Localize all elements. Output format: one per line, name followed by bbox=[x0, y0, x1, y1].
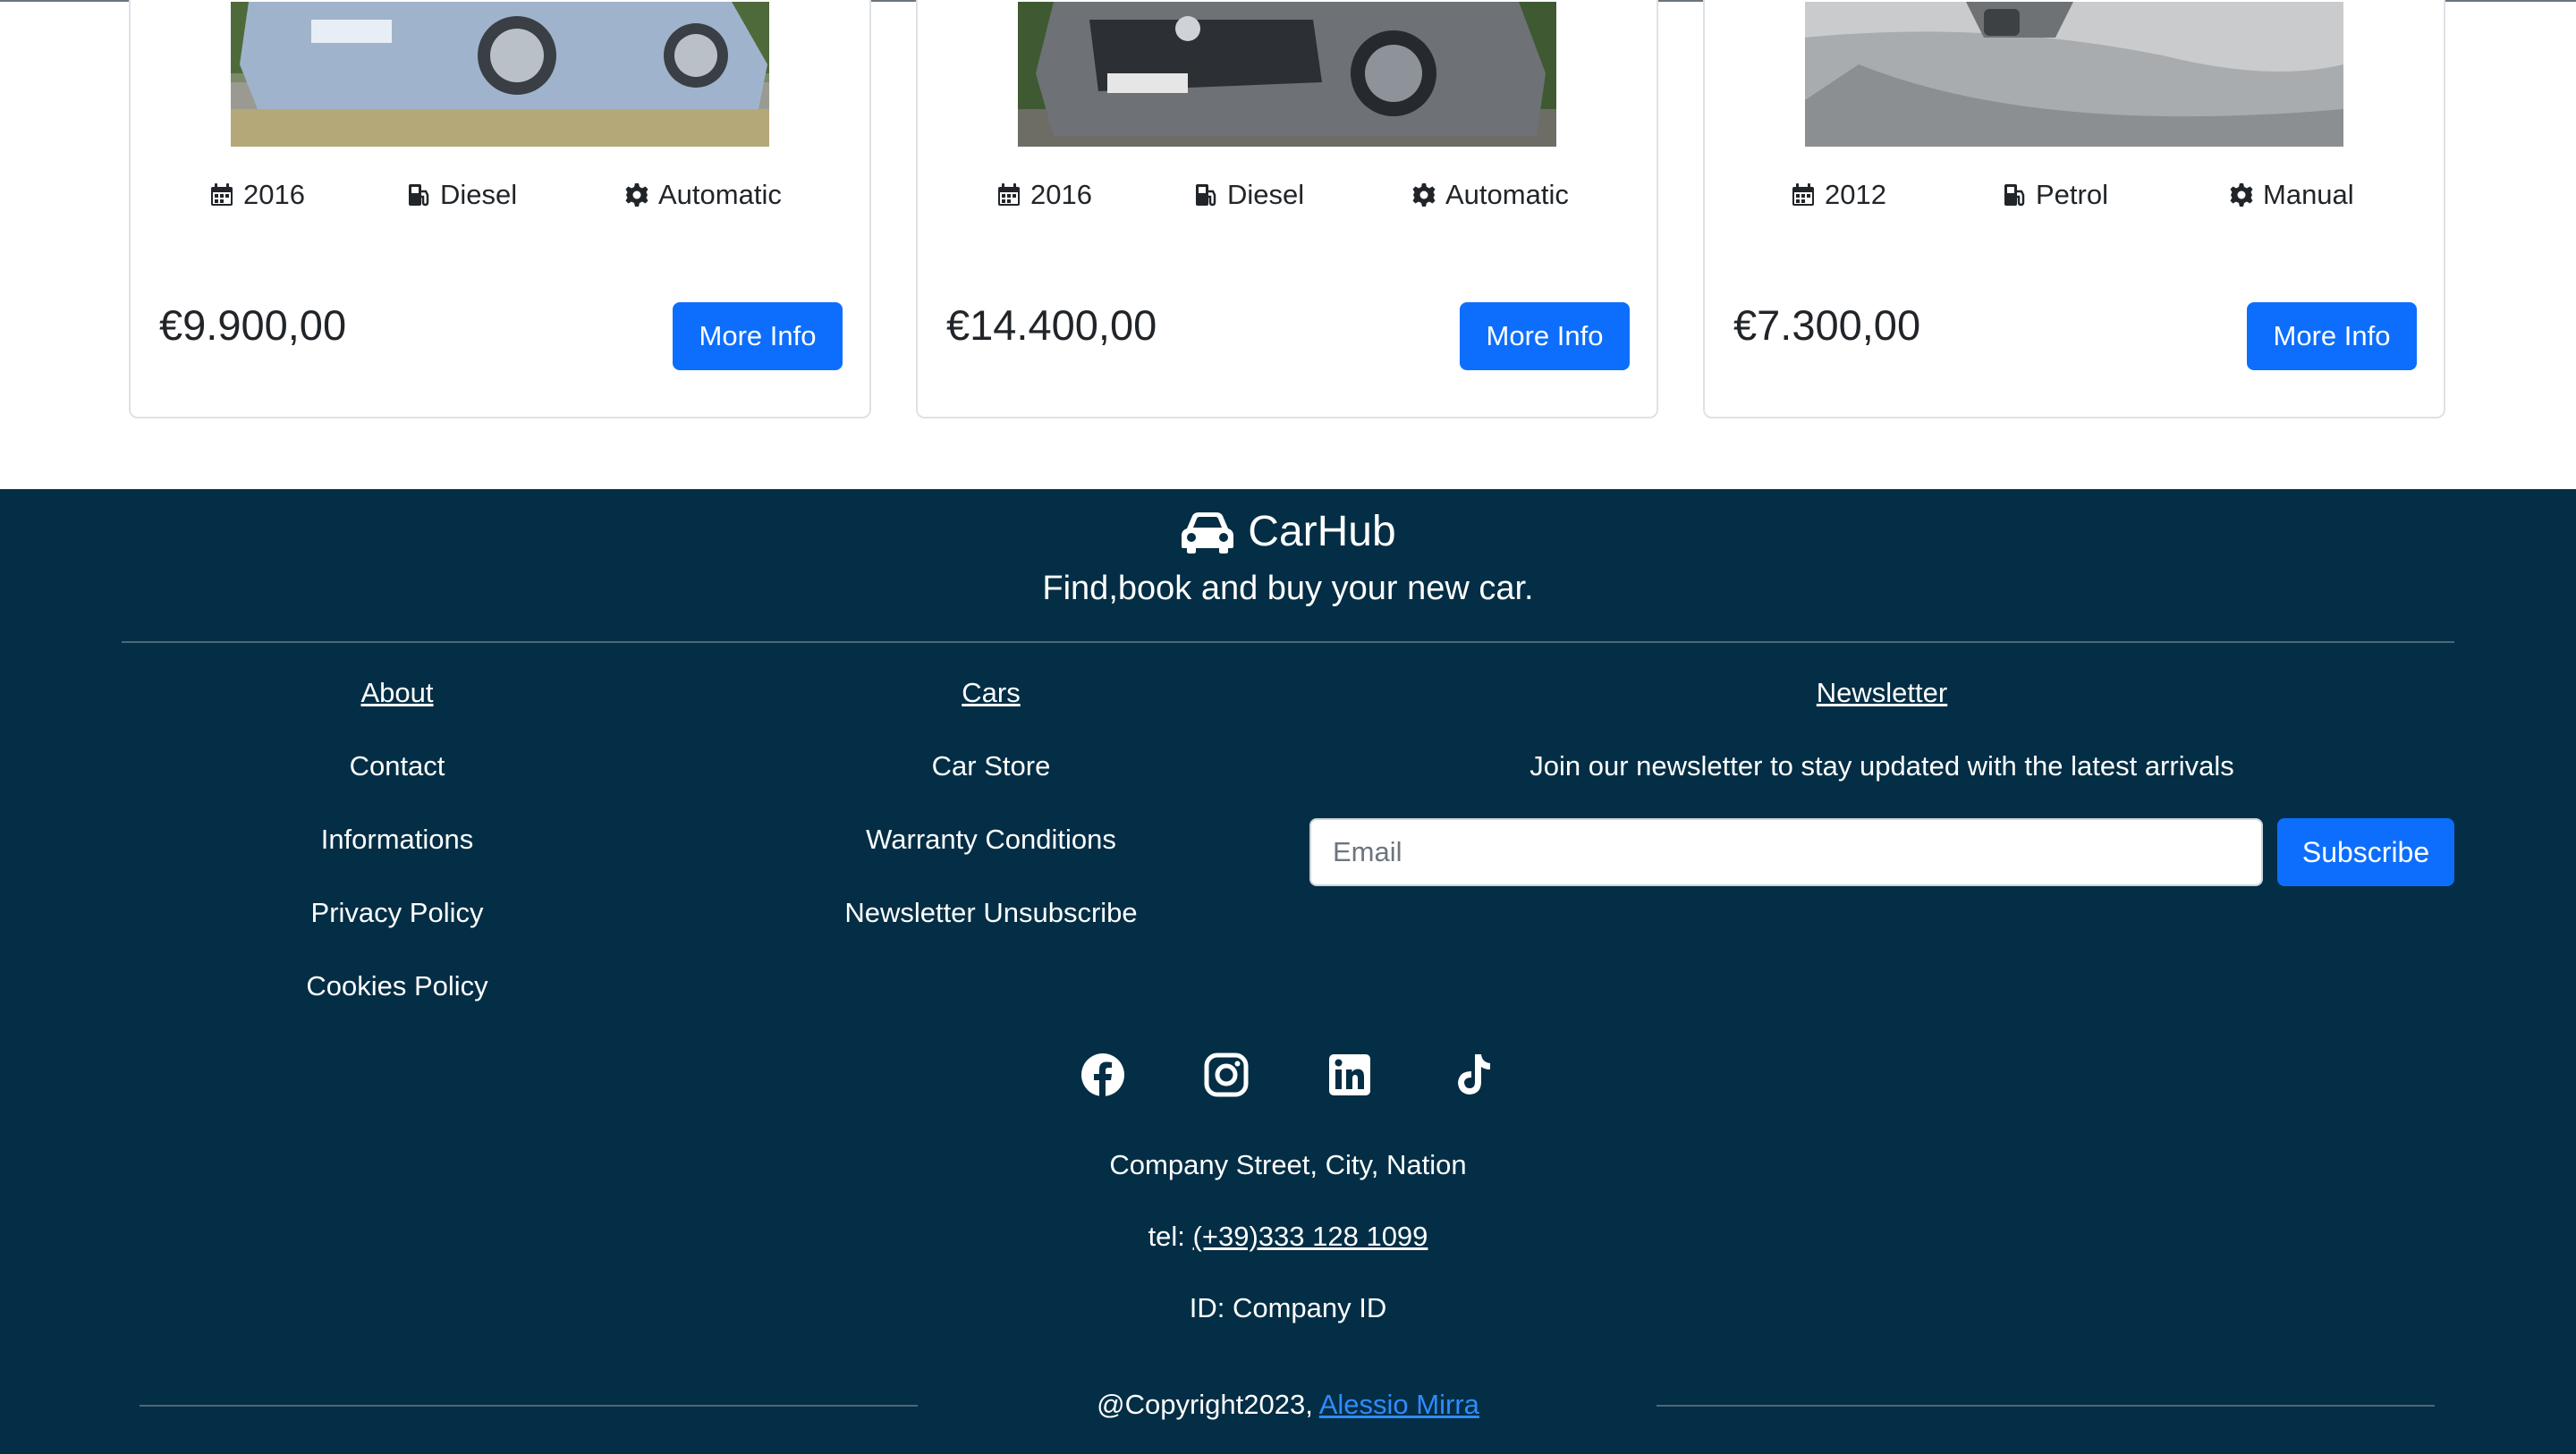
transmission-value: Automatic bbox=[1445, 179, 1569, 210]
about-heading[interactable]: About bbox=[218, 677, 576, 709]
fuel-pump-icon bbox=[1196, 184, 1216, 207]
site-footer: CarHub Find,book and buy your new car. A… bbox=[0, 489, 2576, 1454]
footer-link-warranty-conditions[interactable]: Warranty Conditions bbox=[767, 824, 1215, 856]
company-id: ID: Company ID bbox=[1189, 1292, 1387, 1323]
brand-name: CarHub bbox=[1248, 508, 1396, 555]
tiktok-icon[interactable] bbox=[1451, 1052, 1496, 1097]
cars-column: Cars Car Store Warranty Conditions Newsl… bbox=[767, 677, 1215, 970]
company-phone: tel: (+39)333 128 1099 bbox=[0, 1221, 2576, 1253]
newsletter-heading[interactable]: Newsletter bbox=[1309, 677, 2454, 709]
footer-divider bbox=[122, 641, 2454, 643]
fuel-value: Petrol bbox=[2036, 179, 2108, 210]
newsletter-form: Subscribe bbox=[1309, 818, 2454, 886]
more-info-button[interactable]: More Info bbox=[673, 302, 843, 370]
newsletter-description: Join our newsletter to stay updated with… bbox=[1530, 750, 2234, 782]
car-card: 2016 Diesel Automatic €9.900,00 More Inf… bbox=[129, 0, 871, 418]
footer-link-cookies-policy[interactable]: Cookies Policy bbox=[218, 970, 576, 1002]
year-spec: 2016 bbox=[209, 179, 305, 211]
fuel-pump-icon bbox=[409, 184, 429, 207]
car-image-bmw[interactable] bbox=[231, 2, 769, 147]
car-price: €9.900,00 bbox=[159, 301, 347, 349]
calendar-icon bbox=[211, 183, 233, 206]
transmission-spec: Automatic bbox=[1411, 179, 1569, 211]
car-price: €7.300,00 bbox=[1733, 301, 1921, 349]
gear-icon bbox=[1412, 183, 1436, 207]
car-icon bbox=[1182, 511, 1234, 554]
footer-link-contact[interactable]: Contact bbox=[218, 750, 576, 782]
about-column: About Contact Informations Privacy Polic… bbox=[218, 677, 576, 1044]
fuel-spec: Petrol bbox=[2002, 179, 2108, 211]
fuel-value: Diesel bbox=[1227, 179, 1305, 210]
footer-link-privacy-policy[interactable]: Privacy Policy bbox=[218, 897, 576, 929]
year-value: 2016 bbox=[1030, 179, 1092, 210]
gear-icon bbox=[2230, 183, 2253, 207]
company-address: Company Street, City, Nation bbox=[1109, 1149, 1467, 1180]
more-info-button[interactable]: More Info bbox=[2247, 302, 2417, 370]
footer-link-car-store[interactable]: Car Store bbox=[767, 750, 1215, 782]
footer-brand[interactable]: CarHub bbox=[0, 507, 2576, 556]
gear-icon bbox=[625, 183, 648, 207]
subscribe-button[interactable]: Subscribe bbox=[2277, 818, 2454, 886]
car-card: 2016 Diesel Automatic €14.400,00 More In… bbox=[916, 0, 1658, 418]
footer-tagline: Find,book and buy your new car. bbox=[1042, 570, 1534, 607]
phone-link[interactable]: (+39)333 128 1099 bbox=[1193, 1221, 1428, 1252]
copyright-text: @Copyright2023, bbox=[1097, 1389, 1313, 1420]
newsletter-column: Newsletter Join our newsletter to stay u… bbox=[1309, 677, 2454, 886]
fuel-spec: Diesel bbox=[1193, 179, 1304, 211]
linkedin-icon[interactable] bbox=[1327, 1052, 1372, 1097]
social-links bbox=[0, 1052, 2576, 1097]
fuel-pump-icon bbox=[2004, 184, 2025, 207]
year-spec: 2012 bbox=[1791, 179, 1886, 211]
copyright: @Copyright2023, Alessio Mirra bbox=[0, 1389, 2576, 1421]
footer-link-newsletter-unsubscribe[interactable]: Newsletter Unsubscribe bbox=[767, 897, 1215, 929]
author-link[interactable]: Alessio Mirra bbox=[1319, 1389, 1479, 1420]
car-card: 2012 Petrol Manual €7.300,00 More Info bbox=[1703, 0, 2445, 418]
transmission-value: Manual bbox=[2263, 179, 2354, 210]
phone-label: tel: bbox=[1148, 1221, 1185, 1252]
year-value: 2016 bbox=[243, 179, 305, 210]
year-value: 2012 bbox=[1825, 179, 1886, 210]
transmission-spec: Manual bbox=[2229, 179, 2354, 211]
email-input[interactable] bbox=[1309, 818, 2263, 886]
more-info-button[interactable]: More Info bbox=[1460, 302, 1630, 370]
car-image-mercedes[interactable] bbox=[1018, 2, 1556, 147]
facebook-icon[interactable] bbox=[1080, 1052, 1125, 1097]
calendar-icon bbox=[998, 183, 1020, 206]
transmission-value: Automatic bbox=[658, 179, 782, 210]
transmission-spec: Automatic bbox=[624, 179, 782, 211]
car-image-silver[interactable] bbox=[1805, 2, 2343, 147]
instagram-icon[interactable] bbox=[1204, 1052, 1249, 1097]
fuel-value: Diesel bbox=[440, 179, 518, 210]
cars-heading[interactable]: Cars bbox=[767, 677, 1215, 709]
calendar-icon bbox=[1792, 183, 1814, 206]
footer-link-informations[interactable]: Informations bbox=[218, 824, 576, 856]
car-price: €14.400,00 bbox=[946, 301, 1157, 349]
fuel-spec: Diesel bbox=[406, 179, 517, 211]
year-spec: 2016 bbox=[996, 179, 1092, 211]
